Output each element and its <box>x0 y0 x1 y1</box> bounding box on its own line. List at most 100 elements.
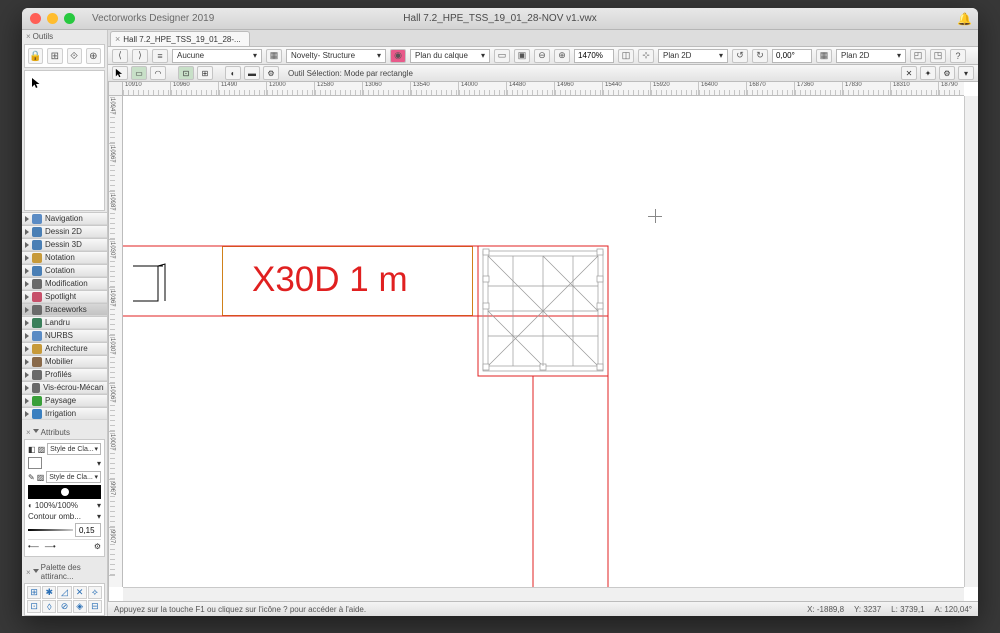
horizontal-ruler[interactable]: 1091010960114901200012580130601354014000… <box>123 82 964 96</box>
toolset-nurbs[interactable]: NURBS <box>22 329 107 342</box>
gear-icon[interactable]: ⚙ <box>939 66 955 80</box>
view-icon[interactable]: ◫ <box>618 49 634 63</box>
suspend-snap-button[interactable]: ✕ <box>901 66 917 80</box>
lock-icon[interactable]: 🔒 <box>28 48 43 64</box>
cursor-icon[interactable] <box>112 66 128 80</box>
dropdown-icon[interactable]: ▾ <box>97 512 101 521</box>
drawing-viewport[interactable]: X30D 1 m <box>123 96 964 587</box>
toolset-dessin3d[interactable]: Dessin 3D <box>22 238 107 251</box>
toolset-cotation[interactable]: Cotation <box>22 264 107 277</box>
back-button[interactable]: ⟨ <box>112 49 128 63</box>
close-tab-icon[interactable]: × <box>115 34 120 44</box>
saved-view-icon[interactable]: ◉ <box>390 49 406 63</box>
toolset-landru[interactable]: Landru <box>22 316 107 329</box>
class-dropdown[interactable]: Aucune▾ <box>172 49 262 63</box>
render-dropdown[interactable]: Plan 2D▾ <box>836 49 906 63</box>
vertical-ruler[interactable]: 1094710967109871030710167101071006710007… <box>109 96 123 587</box>
toolset-profils[interactable]: Profilés <box>22 368 107 381</box>
opacity-icon: ◐ <box>28 501 33 510</box>
dropdown-icon[interactable]: ▾ <box>97 501 101 510</box>
toolset-notation[interactable]: Notation <box>22 251 107 264</box>
angle-input[interactable] <box>772 49 812 63</box>
layer-dropdown[interactable]: Novelty- Structure▾ <box>286 49 386 63</box>
mode-interactive-button[interactable]: ◐ <box>225 66 241 80</box>
clip-cube-button[interactable]: ◰ <box>910 49 926 63</box>
snap-smart-button[interactable]: ⟡ <box>88 586 102 599</box>
settings-icon[interactable]: ⚙ <box>94 542 101 551</box>
mode-single-button[interactable]: ⊡ <box>178 66 194 80</box>
mode-wall-button[interactable]: ▬ <box>244 66 260 80</box>
chevron-down-icon[interactable]: ▾ <box>958 66 974 80</box>
snap-grid-button[interactable]: ⊞ <box>27 586 41 599</box>
line-style-dropdown[interactable]: Style de Cla...▾ <box>46 471 101 483</box>
horizontal-scrollbar[interactable] <box>123 587 964 601</box>
chevron-right-icon <box>25 294 29 300</box>
pen-icon[interactable]: ✎ <box>28 473 35 482</box>
view-dropdown[interactable]: Plan 2D▾ <box>658 49 728 63</box>
ruler-origin[interactable] <box>109 82 123 96</box>
toolset-modification[interactable]: Modification <box>22 277 107 290</box>
xray-button[interactable]: ✦ <box>920 66 936 80</box>
fill-style-dropdown[interactable]: Style de Cla...▾ <box>47 443 101 455</box>
fill-icon[interactable]: ◧ <box>28 445 36 454</box>
shadow-value-input[interactable] <box>75 523 101 537</box>
close-icon[interactable]: × <box>26 32 31 41</box>
toolset-navigation[interactable]: Navigation <box>22 212 107 225</box>
layer-icon[interactable]: ▦ <box>266 49 282 63</box>
close-icon[interactable]: × <box>26 568 31 577</box>
disclosure-icon[interactable] <box>33 429 39 436</box>
tool-icon[interactable]: ⊞ <box>47 48 62 64</box>
option-button[interactable]: ◳ <box>930 49 946 63</box>
marker-end-icon[interactable]: —• <box>45 542 56 551</box>
vertical-scrollbar[interactable] <box>964 96 978 587</box>
forward-button[interactable]: ⟩ <box>132 49 148 63</box>
dropdown-icon[interactable]: ▾ <box>97 459 101 468</box>
fit-page-button[interactable]: ▭ <box>494 49 510 63</box>
snap-tangent-button[interactable]: ⊘ <box>57 600 71 613</box>
saved-view-dropdown[interactable]: Plan du calque▾ <box>410 49 490 63</box>
snap-edge-button[interactable]: ◊ <box>42 600 56 613</box>
class-icon[interactable]: ≡ <box>152 49 168 63</box>
selection-tool-icon[interactable] <box>31 77 43 89</box>
toolset-viscroumcanique[interactable]: Vis-écrou-Mécanique <box>22 381 107 394</box>
pattern-icon[interactable]: ▨ <box>38 445 46 454</box>
mode-lasso-button[interactable]: ◠ <box>150 66 166 80</box>
document-tab[interactable]: × Hall 7.2_HPE_TSS_19_01_28-... <box>110 31 250 46</box>
tool-icon[interactable]: ⊕ <box>86 48 101 64</box>
notification-icon[interactable]: 🔔 <box>957 12 972 26</box>
ruler-tick: 10910 <box>123 82 171 95</box>
zoom-in-button[interactable]: ⊕ <box>554 49 570 63</box>
toolset-architecture[interactable]: Architecture <box>22 342 107 355</box>
axis-icon[interactable]: ⊹ <box>638 49 654 63</box>
zoom-input[interactable] <box>574 49 614 63</box>
render-icon[interactable]: ▦ <box>816 49 832 63</box>
snap-angle-button[interactable]: ◿ <box>57 586 71 599</box>
zoom-out-button[interactable]: ⊖ <box>534 49 550 63</box>
snap-intersect-button[interactable]: ✕ <box>73 586 87 599</box>
mode-prefs-button[interactable]: ⚙ <box>263 66 279 80</box>
toolset-mobilier[interactable]: Mobilier <box>22 355 107 368</box>
help-button[interactable]: ? <box>950 49 966 63</box>
snap-object-button[interactable]: ✱ <box>42 586 56 599</box>
tool-icon[interactable]: ⟐ <box>67 48 82 64</box>
toolset-irrigation[interactable]: Irrigation <box>22 407 107 420</box>
rotate-cw-button[interactable]: ↻ <box>752 49 768 63</box>
close-icon[interactable]: × <box>26 428 31 437</box>
toolset-paysage[interactable]: Paysage <box>22 394 107 407</box>
fit-objects-button[interactable]: ▣ <box>514 49 530 63</box>
toolset-dessin2d[interactable]: Dessin 2D <box>22 225 107 238</box>
mode-rect-button[interactable]: ▭ <box>131 66 147 80</box>
toolset-spotlight[interactable]: Spotlight <box>22 290 107 303</box>
marker-start-icon[interactable]: •— <box>28 542 39 551</box>
fill-color-swatch[interactable] <box>28 457 42 469</box>
main-area: × Hall 7.2_HPE_TSS_19_01_28-... ⟨ ⟩ ≡ Au… <box>108 30 978 616</box>
snap-distance-button[interactable]: ⊡ <box>27 600 41 613</box>
toolset-braceworks[interactable]: Braceworks <box>22 303 107 316</box>
pattern-icon[interactable]: ▨ <box>37 473 45 482</box>
mode-multi-button[interactable]: ⊞ <box>197 66 213 80</box>
line-color-swatch[interactable] <box>28 485 101 499</box>
disclosure-icon[interactable] <box>33 569 39 576</box>
snap-wp-button[interactable]: ⊟ <box>88 600 102 613</box>
snap-3d-button[interactable]: ◈ <box>73 600 87 613</box>
rotate-ccw-button[interactable]: ↺ <box>732 49 748 63</box>
